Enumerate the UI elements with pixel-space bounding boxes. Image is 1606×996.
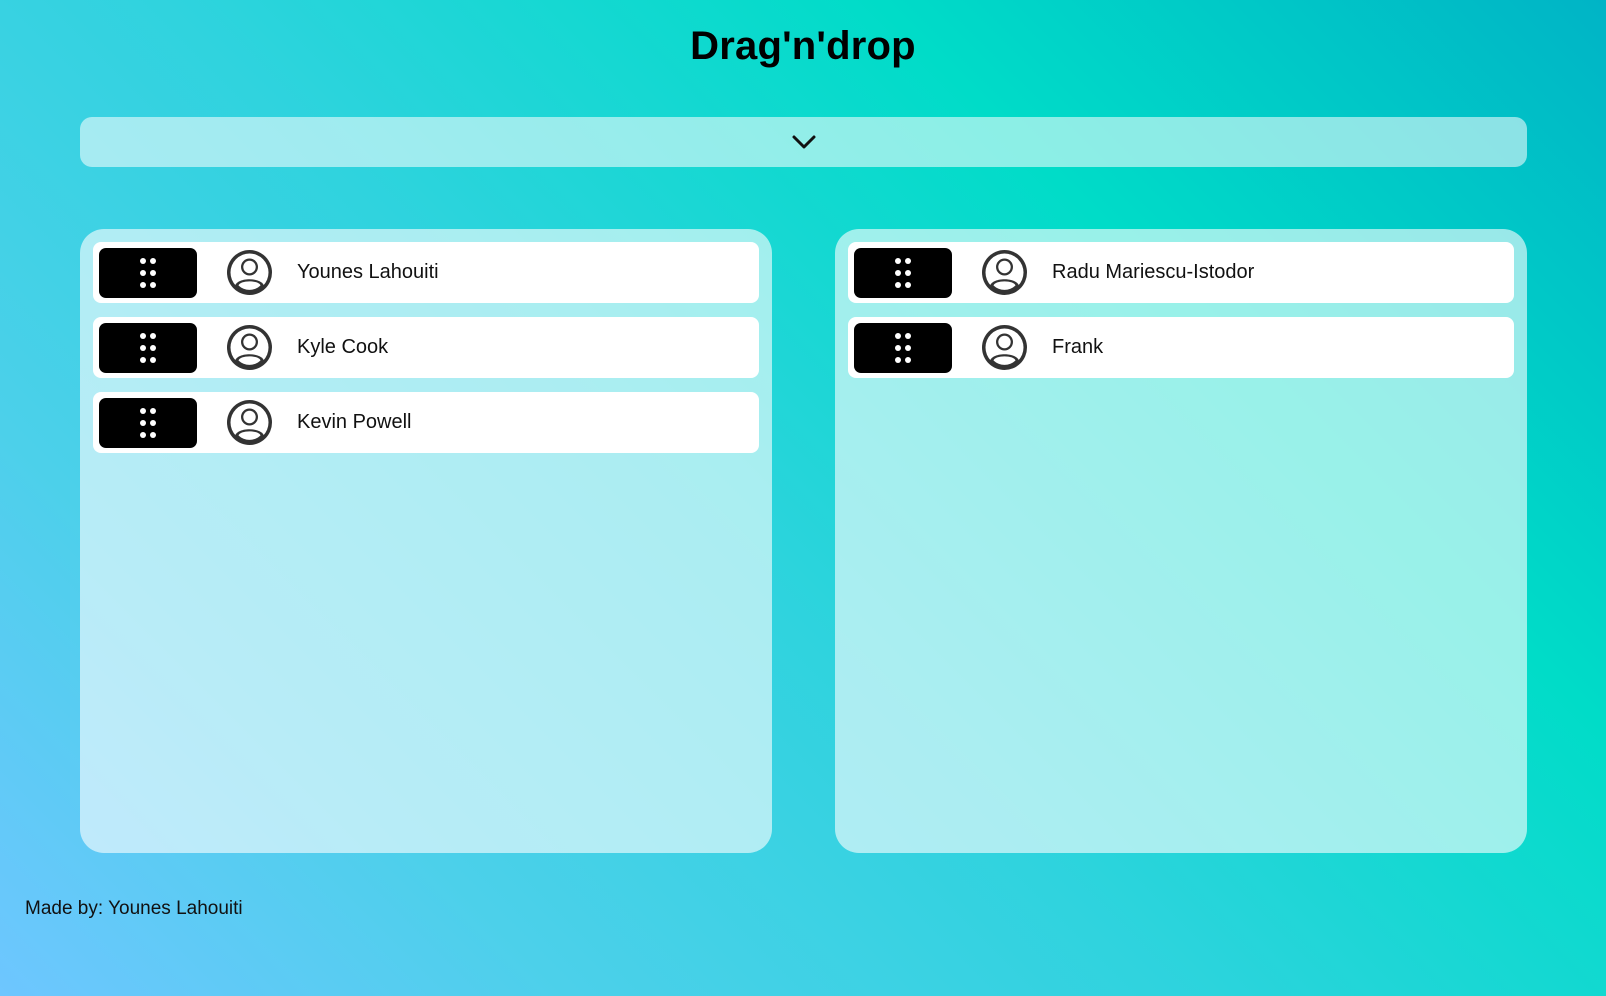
card-name: Radu Mariescu-Istodor <box>1052 261 1255 283</box>
card-name: Kevin Powell <box>297 411 412 433</box>
drop-zone-right[interactable]: Radu Mariescu-Istodor Frank <box>835 229 1527 853</box>
user-avatar-icon <box>227 325 272 370</box>
chevron-down-icon <box>791 134 817 150</box>
card-name: Frank <box>1052 336 1104 358</box>
drag-handle-icon[interactable] <box>854 247 952 298</box>
toggle-panel-button[interactable] <box>80 117 1527 167</box>
user-avatar-icon <box>227 400 272 445</box>
draggable-card[interactable]: Kevin Powell <box>93 392 759 453</box>
draggable-card[interactable]: Younes Lahouiti <box>93 242 759 303</box>
page-title: Drag'n'drop <box>690 24 916 68</box>
draggable-card[interactable]: Radu Mariescu-Istodor <box>848 242 1514 303</box>
drag-handle-icon[interactable] <box>99 397 197 448</box>
drag-handle-icon[interactable] <box>854 322 952 373</box>
user-avatar-icon <box>227 250 272 295</box>
drop-zone-left[interactable]: Younes Lahouiti Kyle Cook Kevin Powell <box>80 229 772 853</box>
user-avatar-icon <box>982 325 1027 370</box>
card-name: Younes Lahouiti <box>297 261 439 283</box>
draggable-card[interactable]: Kyle Cook <box>93 317 759 378</box>
footer-credit: Made by: Younes Lahouiti <box>25 898 243 919</box>
draggable-card[interactable]: Frank <box>848 317 1514 378</box>
user-avatar-icon <box>982 250 1027 295</box>
drag-handle-icon[interactable] <box>99 247 197 298</box>
card-name: Kyle Cook <box>297 336 389 358</box>
drag-handle-icon[interactable] <box>99 322 197 373</box>
